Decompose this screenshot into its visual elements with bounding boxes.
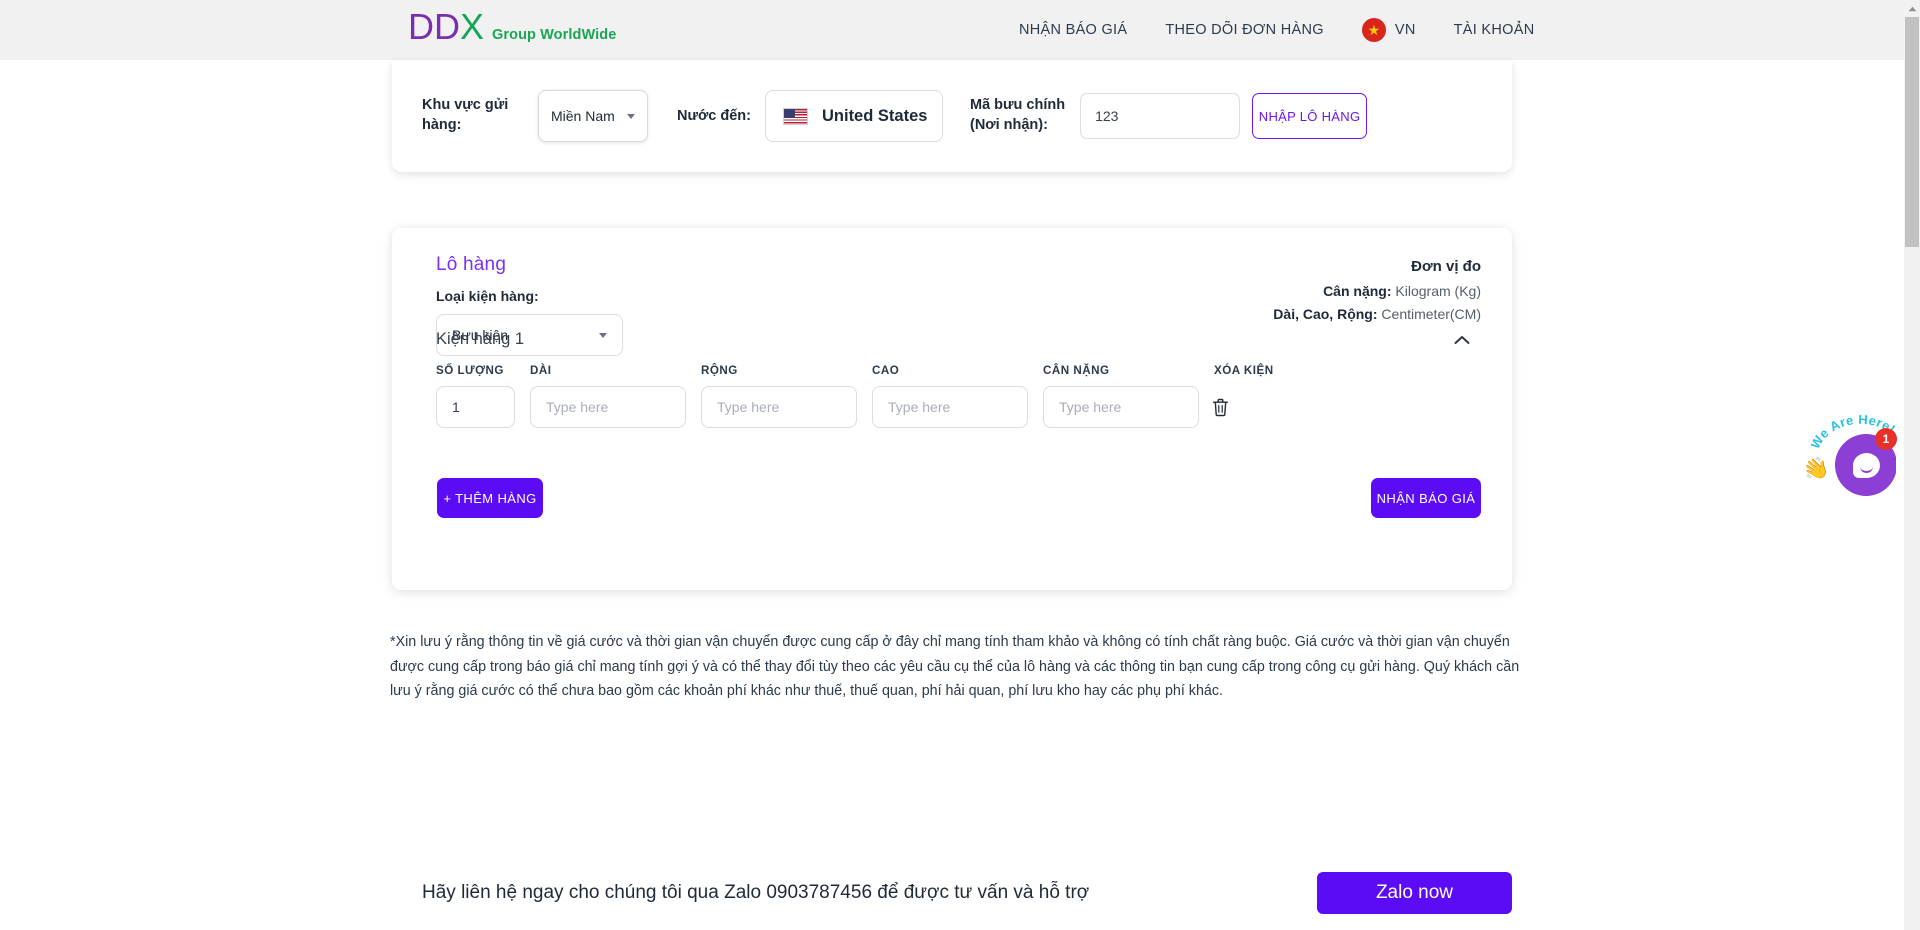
page-root: DDX Group WorldWide NHẬN BÁO GIÁ THEO DÕ… xyxy=(0,0,1920,930)
postal-code-input[interactable] xyxy=(1080,93,1241,139)
zalo-contact-text: Hãy liên hệ ngay cho chúng tôi qua Zalo … xyxy=(422,882,1090,903)
delete-package-button[interactable] xyxy=(1199,398,1295,417)
vn-flag-icon: ★ xyxy=(1361,18,1386,42)
nav-item-account[interactable]: TÀI KHOẢN xyxy=(1435,22,1554,38)
card-action-row: + THÊM HÀNG NHẬN BÁO GIÁ xyxy=(423,478,1481,518)
column-length: DÀI xyxy=(530,364,552,377)
width-input[interactable] xyxy=(701,386,857,428)
zalo-now-button[interactable]: Zalo now xyxy=(1317,871,1512,914)
scrollbar-thumb[interactable] xyxy=(1905,17,1919,247)
vn-flag-star: ★ xyxy=(1367,22,1381,38)
vertical-scrollbar[interactable] xyxy=(1904,0,1920,930)
package-row-title: Kiện hàng 1 xyxy=(436,330,525,348)
nav-item-tracking[interactable]: THEO DÕI ĐƠN HÀNG xyxy=(1146,22,1343,38)
units-dims-label: Dài, Cao, Rộng: xyxy=(1273,305,1378,322)
units-weight-row: Cân nặng: Kilogram (Kg) xyxy=(1273,281,1481,302)
top-navigation-bar: DDX Group WorldWide NHẬN BÁO GIÁ THEO DÕ… xyxy=(0,0,1904,60)
height-input[interactable] xyxy=(872,386,1028,428)
disclaimer-text: *Xin lưu ý rằng thông tin về giá cước và… xyxy=(390,634,1520,699)
logo-letter-d2: D xyxy=(434,6,460,47)
package-input-row xyxy=(436,386,1476,428)
weight-input[interactable] xyxy=(1043,386,1199,428)
column-weight: CÂN NẶNG xyxy=(1043,364,1110,377)
postal-code-label: Mã bưu chính (Nơi nhận): xyxy=(969,97,1066,133)
add-package-button[interactable]: + THÊM HÀNG xyxy=(437,478,543,518)
zalo-contact-strip: Hãy liên hệ ngay cho chúng tôi qua Zalo … xyxy=(392,855,1512,930)
waving-hand-icon: 👋 xyxy=(1799,454,1832,485)
shipment-filter-bar: Khu vực gửi hàng: Miền Nam Nước đến: Uni… xyxy=(392,60,1512,172)
logo-wordmark: DDX xyxy=(408,9,484,45)
country-label: Nước đến: xyxy=(677,108,751,124)
chat-bubble-inner xyxy=(1852,452,1880,478)
units-dims-row: Dài, Cao, Rộng: Centimeter(CM) xyxy=(1273,304,1481,325)
column-delete: XÓA KIỆN xyxy=(1214,364,1274,377)
main-nav: NHẬN BÁO GIÁ THEO DÕI ĐƠN HÀNG ★ VN TÀI … xyxy=(1000,0,1553,60)
package-row-header: Kiện hàng 1 xyxy=(436,330,1470,349)
nav-item-quote[interactable]: NHẬN BÁO GIÁ xyxy=(1000,22,1146,38)
us-flag-icon xyxy=(782,107,808,125)
region-label: Khu vực gửi hàng: xyxy=(422,97,509,133)
trash-icon xyxy=(1212,398,1229,416)
region-select[interactable]: Miền Nam xyxy=(538,90,648,142)
units-title: Đơn vị đo xyxy=(1411,258,1481,275)
logo-letter-x: X xyxy=(460,6,485,47)
get-quote-button[interactable]: NHẬN BÁO GIÁ xyxy=(1371,478,1481,518)
column-quantity: SỐ LƯỢNG xyxy=(436,364,504,377)
country-select[interactable]: United States xyxy=(764,90,943,142)
measurement-units-panel: Đơn vị đo Cân nặng: Kilogram (Kg) Dài, C… xyxy=(1273,256,1481,325)
page-right-gutter xyxy=(1896,60,1904,930)
column-height: CAO xyxy=(872,364,900,377)
units-weight-value: Kilogram (Kg) xyxy=(1395,282,1481,299)
import-shipment-button[interactable]: NHẬP LÔ HÀNG xyxy=(1252,93,1368,139)
region-select-value: Miền Nam xyxy=(551,108,615,124)
length-input[interactable] xyxy=(530,386,686,428)
chat-widget[interactable]: We Are Here! 👋 1 xyxy=(1799,406,1907,506)
country-select-value: United States xyxy=(821,106,928,125)
language-selector[interactable]: ★ VN xyxy=(1343,18,1435,42)
shipment-card: Lô hàng Loại kiện hàng: Bưu kiện Đơn vị … xyxy=(392,228,1512,590)
package-column-headers: SỐ LƯỢNG DÀI RỘNG CAO CÂN NẶNG XÓA KIỆN xyxy=(436,364,1476,377)
site-logo[interactable]: DDX Group WorldWide xyxy=(408,9,616,45)
chat-unread-badge: 1 xyxy=(1875,428,1897,450)
language-label: VN xyxy=(1394,22,1416,38)
logo-letter-d1: D xyxy=(408,6,434,47)
logo-tagline: Group WorldWide xyxy=(492,27,617,43)
quantity-input[interactable] xyxy=(436,386,515,428)
units-weight-label: Cân nặng: xyxy=(1323,282,1392,299)
chevron-down-icon xyxy=(627,113,635,119)
scroll-up-arrow-icon[interactable] xyxy=(1904,0,1920,17)
column-width: RỘNG xyxy=(701,364,738,377)
chevron-up-icon[interactable] xyxy=(1454,332,1470,348)
units-dims-value: Centimeter(CM) xyxy=(1381,305,1481,322)
